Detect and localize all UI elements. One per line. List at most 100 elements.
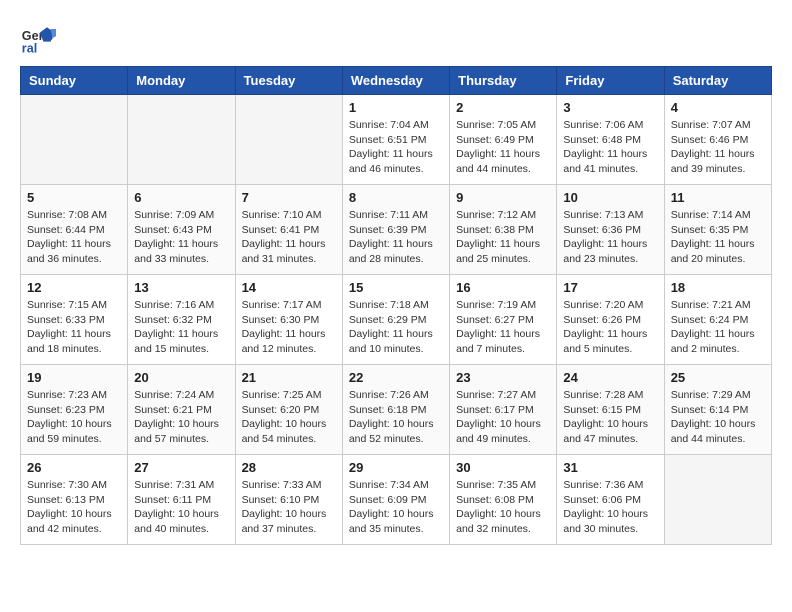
calendar-cell: 29 Sunrise: 7:34 AM Sunset: 6:09 PM Dayli… <box>342 455 449 545</box>
day-number: 8 <box>349 190 443 205</box>
calendar-cell: 11 Sunrise: 7:14 AM Sunset: 6:35 PM Dayli… <box>664 185 771 275</box>
day-info: Sunrise: 7:24 AM Sunset: 6:21 PM Dayligh… <box>134 388 228 447</box>
calendar-cell <box>235 95 342 185</box>
day-info: Sunrise: 7:35 AM Sunset: 6:08 PM Dayligh… <box>456 478 550 537</box>
day-number: 26 <box>27 460 121 475</box>
day-number: 2 <box>456 100 550 115</box>
logo: Gene ral <box>20 20 60 56</box>
calendar-header-row: SundayMondayTuesdayWednesdayThursdayFrid… <box>21 67 772 95</box>
day-info: Sunrise: 7:28 AM Sunset: 6:15 PM Dayligh… <box>563 388 657 447</box>
day-number: 29 <box>349 460 443 475</box>
day-info: Sunrise: 7:31 AM Sunset: 6:11 PM Dayligh… <box>134 478 228 537</box>
calendar-cell <box>21 95 128 185</box>
day-number: 15 <box>349 280 443 295</box>
day-info: Sunrise: 7:10 AM Sunset: 6:41 PM Dayligh… <box>242 208 336 267</box>
day-number: 18 <box>671 280 765 295</box>
day-header-friday: Friday <box>557 67 664 95</box>
day-info: Sunrise: 7:18 AM Sunset: 6:29 PM Dayligh… <box>349 298 443 357</box>
day-number: 16 <box>456 280 550 295</box>
day-number: 30 <box>456 460 550 475</box>
calendar-cell: 2 Sunrise: 7:05 AM Sunset: 6:49 PM Daylig… <box>450 95 557 185</box>
calendar-cell: 4Sunrise: 7:07 AM Sunset: 6:46 PM Daylig… <box>664 95 771 185</box>
day-info: Sunrise: 7:13 AM Sunset: 6:36 PM Dayligh… <box>563 208 657 267</box>
calendar-table: SundayMondayTuesdayWednesdayThursdayFrid… <box>20 66 772 545</box>
calendar-week-row: 1 Sunrise: 7:04 AM Sunset: 6:51 PM Daylig… <box>21 95 772 185</box>
day-number: 3 <box>563 100 657 115</box>
day-number: 9 <box>456 190 550 205</box>
day-info: Sunrise: 7:19 AM Sunset: 6:27 PM Dayligh… <box>456 298 550 357</box>
day-info: Sunrise: 7:09 AM Sunset: 6:43 PM Dayligh… <box>134 208 228 267</box>
day-info: Sunrise: 7:14 AM Sunset: 6:35 PM Dayligh… <box>671 208 765 267</box>
calendar-cell: 28Sunrise: 7:33 AM Sunset: 6:10 PM Dayli… <box>235 455 342 545</box>
calendar-cell: 31Sunrise: 7:36 AM Sunset: 6:06 PM Dayli… <box>557 455 664 545</box>
day-header-monday: Monday <box>128 67 235 95</box>
day-info: Sunrise: 7:33 AM Sunset: 6:10 PM Dayligh… <box>242 478 336 537</box>
calendar-cell: 12Sunrise: 7:15 AM Sunset: 6:33 PM Dayli… <box>21 275 128 365</box>
logo-icon: Gene ral <box>20 20 56 56</box>
calendar-cell: 23Sunrise: 7:27 AM Sunset: 6:17 PM Dayli… <box>450 365 557 455</box>
svg-text:ral: ral <box>22 41 37 55</box>
day-number: 21 <box>242 370 336 385</box>
day-info: Sunrise: 7:17 AM Sunset: 6:30 PM Dayligh… <box>242 298 336 357</box>
day-header-tuesday: Tuesday <box>235 67 342 95</box>
calendar-cell: 7 Sunrise: 7:10 AM Sunset: 6:41 PM Daylig… <box>235 185 342 275</box>
day-number: 10 <box>563 190 657 205</box>
day-header-saturday: Saturday <box>664 67 771 95</box>
day-info: Sunrise: 7:04 AM Sunset: 6:51 PM Dayligh… <box>349 118 443 177</box>
day-info: Sunrise: 7:34 AM Sunset: 6:09 PM Dayligh… <box>349 478 443 537</box>
calendar-cell: 9 Sunrise: 7:12 AM Sunset: 6:38 PM Daylig… <box>450 185 557 275</box>
calendar-cell: 13 Sunrise: 7:16 AM Sunset: 6:32 PM Dayli… <box>128 275 235 365</box>
calendar-cell: 1 Sunrise: 7:04 AM Sunset: 6:51 PM Daylig… <box>342 95 449 185</box>
calendar-cell: 22Sunrise: 7:26 AM Sunset: 6:18 PM Dayli… <box>342 365 449 455</box>
day-number: 1 <box>349 100 443 115</box>
day-header-thursday: Thursday <box>450 67 557 95</box>
day-info: Sunrise: 7:11 AM Sunset: 6:39 PM Dayligh… <box>349 208 443 267</box>
calendar-cell: 25Sunrise: 7:29 AM Sunset: 6:14 PM Dayli… <box>664 365 771 455</box>
calendar-week-row: 12Sunrise: 7:15 AM Sunset: 6:33 PM Dayli… <box>21 275 772 365</box>
day-info: Sunrise: 7:16 AM Sunset: 6:32 PM Dayligh… <box>134 298 228 357</box>
day-header-wednesday: Wednesday <box>342 67 449 95</box>
calendar-cell: 24 Sunrise: 7:28 AM Sunset: 6:15 PM Dayli… <box>557 365 664 455</box>
day-info: Sunrise: 7:12 AM Sunset: 6:38 PM Dayligh… <box>456 208 550 267</box>
calendar-cell: 17 Sunrise: 7:20 AM Sunset: 6:26 PM Dayli… <box>557 275 664 365</box>
day-info: Sunrise: 7:23 AM Sunset: 6:23 PM Dayligh… <box>27 388 121 447</box>
day-info: Sunrise: 7:30 AM Sunset: 6:13 PM Dayligh… <box>27 478 121 537</box>
calendar-week-row: 5Sunrise: 7:08 AM Sunset: 6:44 PM Daylig… <box>21 185 772 275</box>
day-number: 25 <box>671 370 765 385</box>
day-number: 7 <box>242 190 336 205</box>
day-info: Sunrise: 7:25 AM Sunset: 6:20 PM Dayligh… <box>242 388 336 447</box>
calendar-cell: 3Sunrise: 7:06 AM Sunset: 6:48 PM Daylig… <box>557 95 664 185</box>
calendar-cell: 20 Sunrise: 7:24 AM Sunset: 6:21 PM Dayli… <box>128 365 235 455</box>
day-number: 17 <box>563 280 657 295</box>
day-number: 6 <box>134 190 228 205</box>
calendar-cell: 14Sunrise: 7:17 AM Sunset: 6:30 PM Dayli… <box>235 275 342 365</box>
calendar-cell: 16 Sunrise: 7:19 AM Sunset: 6:27 PM Dayli… <box>450 275 557 365</box>
day-number: 13 <box>134 280 228 295</box>
day-number: 24 <box>563 370 657 385</box>
calendar-cell: 18 Sunrise: 7:21 AM Sunset: 6:24 PM Dayli… <box>664 275 771 365</box>
calendar-cell: 10 Sunrise: 7:13 AM Sunset: 6:36 PM Dayli… <box>557 185 664 275</box>
calendar-cell: 27 Sunrise: 7:31 AM Sunset: 6:11 PM Dayli… <box>128 455 235 545</box>
day-info: Sunrise: 7:36 AM Sunset: 6:06 PM Dayligh… <box>563 478 657 537</box>
calendar-cell: 21 Sunrise: 7:25 AM Sunset: 6:20 PM Dayli… <box>235 365 342 455</box>
day-number: 12 <box>27 280 121 295</box>
day-number: 19 <box>27 370 121 385</box>
calendar-cell: 26 Sunrise: 7:30 AM Sunset: 6:13 PM Dayli… <box>21 455 128 545</box>
calendar-cell <box>664 455 771 545</box>
calendar-week-row: 19 Sunrise: 7:23 AM Sunset: 6:23 PM Dayli… <box>21 365 772 455</box>
calendar-cell <box>128 95 235 185</box>
calendar-cell: 19 Sunrise: 7:23 AM Sunset: 6:23 PM Dayli… <box>21 365 128 455</box>
day-number: 27 <box>134 460 228 475</box>
day-info: Sunrise: 7:21 AM Sunset: 6:24 PM Dayligh… <box>671 298 765 357</box>
day-number: 4 <box>671 100 765 115</box>
calendar-cell: 5Sunrise: 7:08 AM Sunset: 6:44 PM Daylig… <box>21 185 128 275</box>
day-number: 11 <box>671 190 765 205</box>
day-number: 5 <box>27 190 121 205</box>
day-info: Sunrise: 7:20 AM Sunset: 6:26 PM Dayligh… <box>563 298 657 357</box>
day-number: 20 <box>134 370 228 385</box>
calendar-cell: 15 Sunrise: 7:18 AM Sunset: 6:29 PM Dayli… <box>342 275 449 365</box>
day-info: Sunrise: 7:27 AM Sunset: 6:17 PM Dayligh… <box>456 388 550 447</box>
day-info: Sunrise: 7:05 AM Sunset: 6:49 PM Dayligh… <box>456 118 550 177</box>
calendar-cell: 8 Sunrise: 7:11 AM Sunset: 6:39 PM Daylig… <box>342 185 449 275</box>
day-number: 22 <box>349 370 443 385</box>
